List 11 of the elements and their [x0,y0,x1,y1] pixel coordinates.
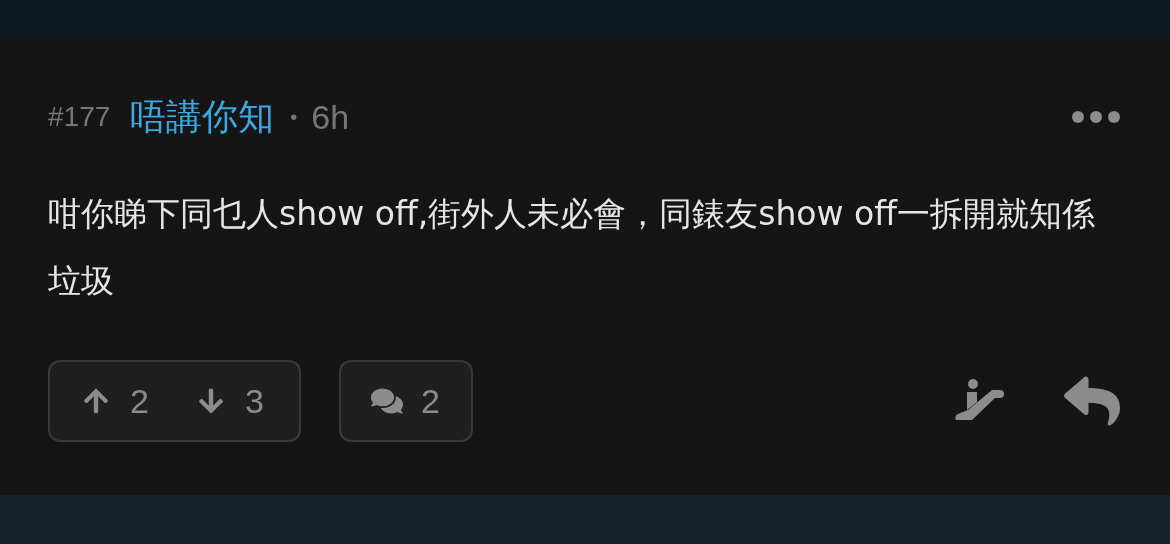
downvote-icon[interactable] [196,387,225,415]
post-number: #177 [48,100,111,134]
separator-dot: • [290,105,298,130]
author-name[interactable]: 唔講你知 [130,90,275,144]
post-time: 6h [311,96,350,138]
upvote-count: 2 [130,380,149,422]
more-icon[interactable] [1072,111,1120,123]
comments-button[interactable]: 2 [339,360,473,442]
downvote-count: 3 [244,380,264,422]
post-body: 咁你睇下同乜人show off,街外人未必會，同錶友show off一拆開就知係垃圾 [48,193,1096,302]
upvote-icon[interactable] [82,387,110,415]
